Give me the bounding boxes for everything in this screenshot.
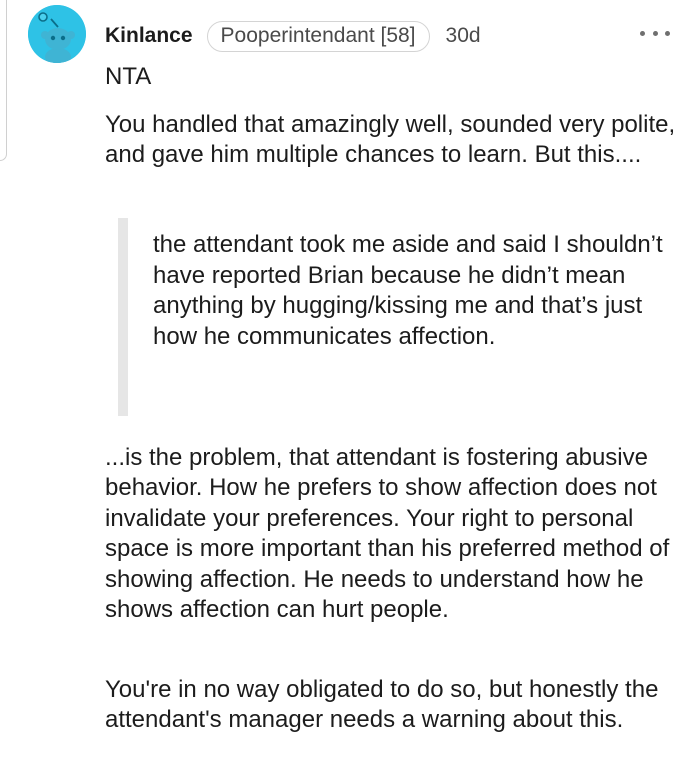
thread-line: [0, 0, 7, 161]
user-flair: Pooperintendant [58]: [206, 20, 430, 52]
comment-header: Kinlance Pooperintendant [58] 30d: [105, 20, 481, 52]
blockquote-bar: [118, 218, 128, 416]
user-avatar[interactable]: [28, 5, 86, 63]
snoo-avatar-icon: [28, 5, 86, 63]
dot: [665, 30, 670, 36]
comment-age: 30d: [445, 24, 481, 47]
comment-paragraph-2: You handled that amazingly well, sounded…: [105, 111, 676, 168]
username[interactable]: Kinlance: [105, 24, 193, 48]
comment-paragraph-verdict: NTA: [105, 63, 152, 90]
comment-paragraph-3: ...is the problem, that attendant is fos…: [105, 444, 670, 624]
more-options-icon[interactable]: [640, 20, 670, 46]
dot: [640, 30, 645, 36]
blockquote-text: the attendant took me aside and said I s…: [153, 231, 663, 350]
dot: [652, 30, 658, 36]
comment-paragraph-4: You're in no way obligated to do so, but…: [105, 676, 659, 733]
